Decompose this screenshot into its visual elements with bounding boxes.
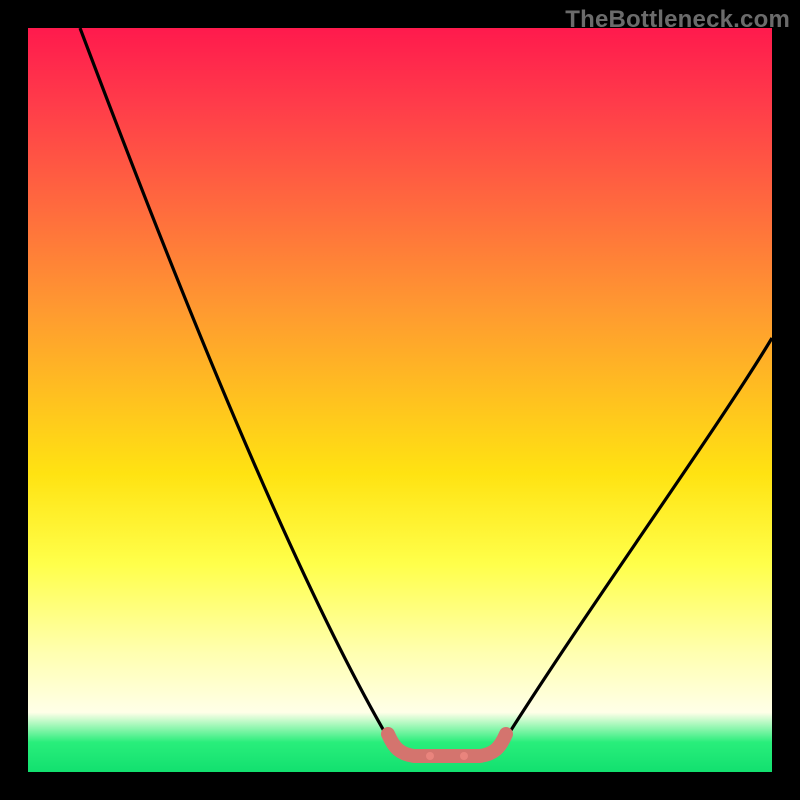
chart-frame: TheBottleneck.com <box>0 0 800 800</box>
plateau-highlight <box>28 28 772 772</box>
plateau-dot-icon <box>426 752 434 760</box>
plateau-stroke <box>388 734 506 756</box>
plot-area <box>28 28 772 772</box>
watermark-text: TheBottleneck.com <box>565 6 790 34</box>
plateau-dot-icon <box>460 752 468 760</box>
